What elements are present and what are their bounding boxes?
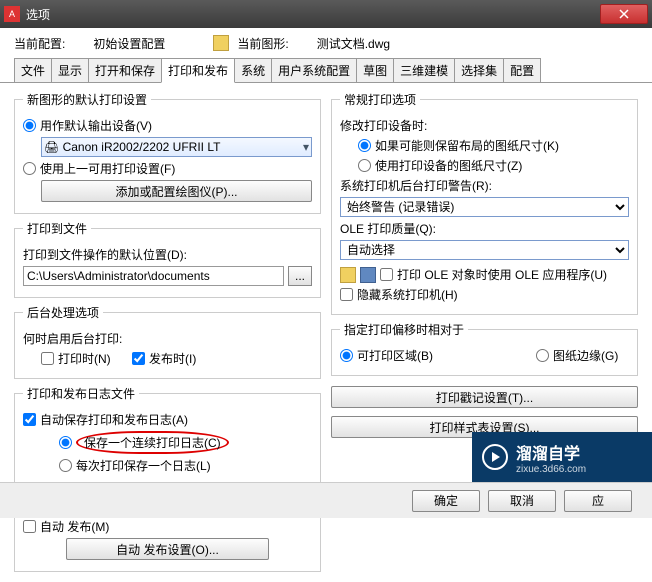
play-icon	[482, 444, 508, 470]
app-icon: A	[4, 6, 20, 22]
ok-button[interactable]: 确定	[412, 490, 480, 512]
tab-9[interactable]: 配置	[503, 58, 541, 82]
close-button[interactable]	[600, 4, 648, 24]
radio-printable-area[interactable]	[340, 349, 353, 362]
tab-6[interactable]: 草图	[356, 58, 394, 82]
current-config-label: 当前配置:	[14, 35, 65, 52]
radio-default-device[interactable]	[23, 119, 36, 132]
chk-print-bg[interactable]	[41, 352, 54, 365]
add-plotter-button[interactable]: 添加或配置绘图仪(P)...	[41, 180, 312, 202]
radio-last-print[interactable]	[23, 162, 36, 175]
chk-autosave-log[interactable]	[23, 413, 36, 426]
chk-hide-printers[interactable]	[340, 288, 353, 301]
window-title: 选项	[26, 6, 600, 23]
tab-7[interactable]: 三维建模	[393, 58, 455, 82]
tab-3[interactable]: 打印和发布	[161, 58, 235, 83]
tab-0[interactable]: 文件	[14, 58, 52, 82]
ole-quality-select[interactable]: 自动选择	[340, 240, 629, 260]
watermark: 溜溜自学 zixue.3d66.com	[472, 432, 652, 482]
chk-autopublish[interactable]	[23, 520, 36, 533]
warning-icon	[340, 267, 356, 283]
info-icon	[360, 267, 376, 283]
radio-per-print-log[interactable]	[59, 459, 72, 472]
drawing-icon	[213, 35, 229, 51]
tab-8[interactable]: 选择集	[454, 58, 504, 82]
path-input[interactable]	[23, 266, 284, 286]
apply-button[interactable]: 应	[564, 490, 632, 512]
autopublish-settings-button[interactable]: 自动 发布设置(O)...	[66, 538, 268, 560]
current-drawing-value: 测试文档.dwg	[317, 35, 390, 52]
group-background: 后台处理选项	[23, 304, 103, 321]
warning-select[interactable]: 始终警告 (记录错误)	[340, 197, 629, 217]
radio-use-device[interactable]	[358, 159, 371, 172]
group-general: 常规打印选项	[340, 91, 420, 108]
radio-paper-edge[interactable]	[536, 349, 549, 362]
chk-publish-bg[interactable]	[132, 352, 145, 365]
radio-continuous-log[interactable]	[59, 436, 72, 449]
printer-combo[interactable]: 🖨 Canon iR2002/2202 UFRII LT▾	[41, 137, 312, 157]
tab-5[interactable]: 用户系统配置	[271, 58, 357, 82]
tab-4[interactable]: 系统	[234, 58, 272, 82]
group-offset: 指定打印偏移时相对于	[340, 321, 468, 338]
radio-keep-layout[interactable]	[358, 139, 371, 152]
browse-button[interactable]: ...	[288, 266, 312, 286]
tab-2[interactable]: 打开和保存	[88, 58, 162, 82]
group-print-to-file: 打印到文件	[23, 220, 91, 237]
tab-1[interactable]: 显示	[51, 58, 89, 82]
stamp-settings-button[interactable]: 打印戳记设置(T)...	[331, 386, 638, 408]
cancel-button[interactable]: 取消	[488, 490, 556, 512]
group-default-print: 新图形的默认打印设置	[23, 91, 151, 108]
current-config-value: 初始设置配置	[93, 35, 165, 52]
chk-ole-app[interactable]	[380, 268, 393, 281]
current-drawing-label: 当前图形:	[237, 35, 288, 52]
group-log: 打印和发布日志文件	[23, 385, 139, 402]
highlighted-option: 保存一个连续打印日志(C)	[76, 431, 229, 454]
